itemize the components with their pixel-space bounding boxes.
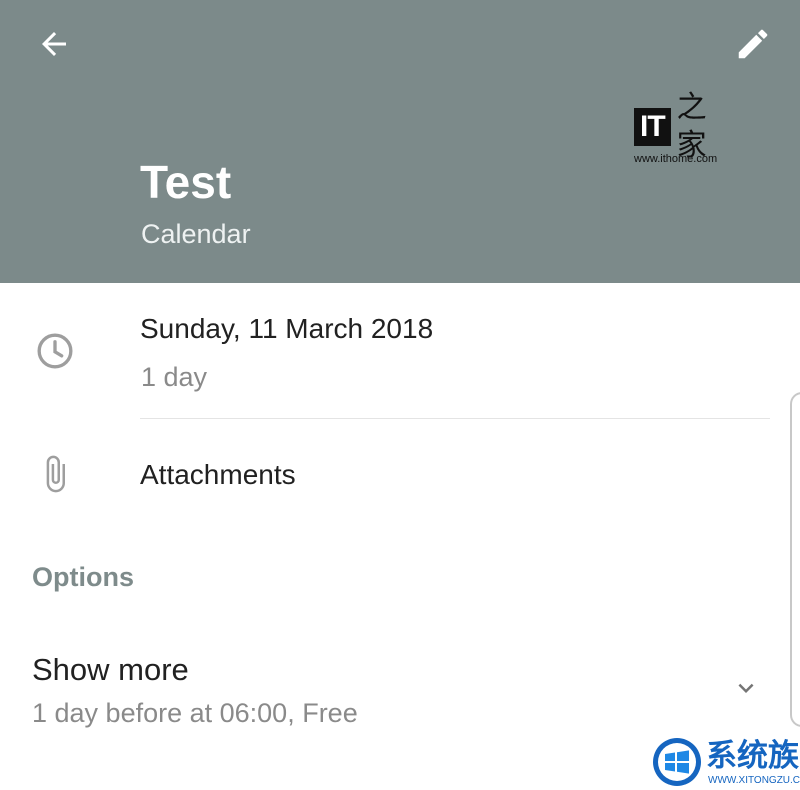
windows-logo-icon: [653, 738, 701, 786]
arrow-back-icon: [42, 32, 66, 56]
chevron-down-icon: [728, 673, 764, 703]
attachments-label: Attachments: [140, 459, 296, 490]
event-calendar-name: Calendar: [141, 219, 251, 249]
ithome-watermark: IT 之家 www.ithome.com: [634, 90, 734, 168]
show-more-title: Show more: [32, 652, 189, 687]
xitongzu-watermark: 系统族 WWW.XITONGZU.COM: [648, 735, 800, 790]
xitongzu-url: WWW.XITONGZU.COM: [708, 775, 800, 786]
ithome-url: www.ithome.com: [634, 153, 718, 165]
ithome-logo-it: IT: [634, 108, 671, 146]
divider: [140, 418, 770, 419]
event-duration: 1 day: [141, 362, 208, 392]
event-header: IT 之家 www.ithome.com Test Calendar: [0, 0, 800, 283]
show-more-row[interactable]: Show more 1 day before at 06:00, Free: [0, 635, 790, 745]
edit-button[interactable]: [729, 20, 777, 68]
back-button[interactable]: [30, 20, 78, 68]
options-heading: Options: [32, 562, 134, 592]
paperclip-icon: [31, 450, 79, 498]
pencil-edit-icon: [738, 29, 768, 59]
clock-icon: [31, 327, 79, 375]
event-date: Sunday, 11 March 2018: [140, 313, 434, 344]
event-title: Test: [140, 156, 232, 208]
attachments-row[interactable]: Attachments: [0, 430, 780, 520]
edge-panel-handle[interactable]: [790, 392, 800, 727]
ithome-logo: IT 之家: [634, 90, 734, 163]
show-more-subtitle: 1 day before at 06:00, Free: [32, 698, 358, 728]
xitongzu-title: 系统族: [706, 738, 799, 774]
